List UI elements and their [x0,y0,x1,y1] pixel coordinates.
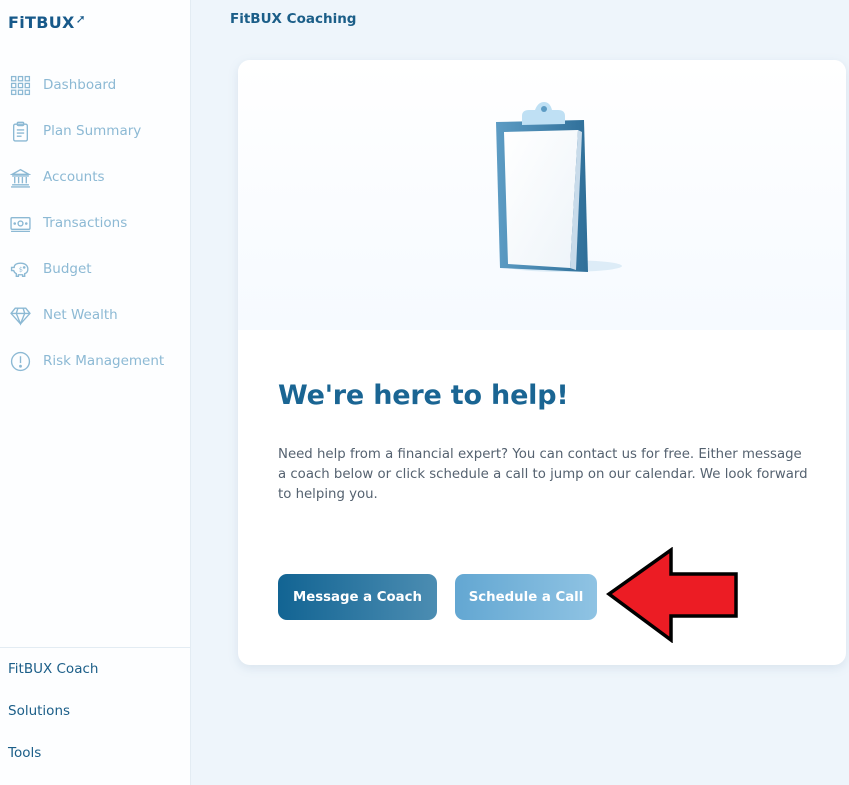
clipboard-list-icon [9,120,31,142]
card-description: Need help from a financial expert? You c… [278,447,808,502]
logo-text: FiTBUX [8,13,75,32]
svg-text:$: $ [18,266,22,273]
sidebar-item-label: Dashboard [43,77,117,93]
sidebar-item-dashboard[interactable]: Dashboard [0,62,191,108]
diamond-icon [9,304,31,326]
sidebar-item-risk-management[interactable]: Risk Management [0,338,191,384]
page-title: FitBUX Coaching [230,11,357,27]
sidebar-item-label: Risk Management [43,353,165,369]
coaching-card: We're here to help! Need help from a fin… [238,60,846,665]
logo-arrow-icon: ➚ [75,12,87,26]
sidebar-nav: Dashboard Plan Summary Accounts Transact… [0,62,191,384]
sidebar-item-label: Accounts [43,169,105,185]
clipboard-illustration [496,102,622,272]
sidebar-item-label: Net Wealth [43,307,118,323]
fitbux-logo[interactable]: FiTBUX➚ [8,12,87,32]
bank-icon [9,166,31,188]
sidebar-item-label: Plan Summary [43,123,142,139]
sidebar-item-plan-summary[interactable]: Plan Summary [0,108,191,154]
schedule-call-button[interactable]: Schedule a Call [455,574,597,620]
sidebar: FiTBUX➚ Dashboard Plan Summary Accounts … [0,0,191,785]
sidebar-item-fitbux-coach[interactable]: FitBUX Coach [0,648,191,690]
alert-circle-icon [9,350,31,372]
cash-icon [9,212,31,234]
illustration-area [238,60,846,330]
piggy-bank-icon: $ [9,258,31,280]
sidebar-item-transactions[interactable]: Transactions [0,200,191,246]
card-heading: We're here to help! [278,380,569,411]
sidebar-item-solutions[interactable]: Solutions [0,690,191,732]
sidebar-item-tools[interactable]: Tools [0,732,191,774]
red-arrow-icon [606,547,738,643]
message-coach-button[interactable]: Message a Coach [278,574,437,620]
sidebar-item-net-wealth[interactable]: Net Wealth [0,292,191,338]
sidebar-item-budget[interactable]: $ Budget [0,246,191,292]
sidebar-bottom-nav: FitBUX Coach Solutions Tools [0,647,191,774]
grid-icon [9,74,31,96]
sidebar-item-label: Budget [43,261,92,277]
sidebar-item-accounts[interactable]: Accounts [0,154,191,200]
sidebar-item-label: Transactions [43,215,128,231]
